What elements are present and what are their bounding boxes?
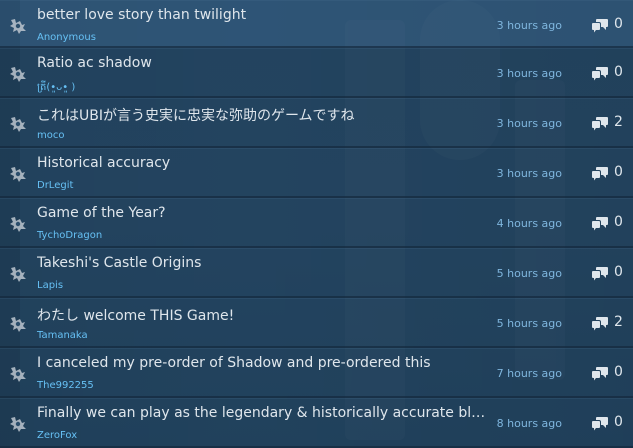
speech-bubbles-icon [592,316,609,332]
thread-author-icon [9,365,27,383]
thread-time: 3 hours ago [496,67,562,80]
thread-row[interactable]: better love story than twilight Anonymou… [0,0,633,48]
reply-count: 0 [592,414,628,434]
thread-title[interactable]: I canceled my pre-order of Shadow and pr… [37,355,487,371]
speech-bubbles-icon [592,416,609,432]
thread-row[interactable]: Historical accuracy DrLegit 3 hours ago … [0,148,633,198]
thread-title[interactable]: Historical accuracy [37,155,487,171]
reply-count: 0 [592,64,628,84]
thread-row[interactable]: これはUBIが言う史実に忠実な弥助のゲームですね moco 3 hours ag… [0,98,633,148]
reply-count-value: 0 [614,164,623,180]
thread-row[interactable]: I canceled my pre-order of Shadow and pr… [0,348,633,398]
reply-count-value: 0 [614,414,623,430]
thread-author[interactable]: Lapis [37,280,63,291]
thread-author-icon [9,65,27,83]
thread-author[interactable]: moco [37,130,64,141]
thread-author[interactable]: Anonymous [37,32,96,43]
thread-title[interactable]: これはUBIが言う史実に忠実な弥助のゲームですね [37,105,487,125]
thread-row[interactable]: Takeshi's Castle Origins Lapis 5 hours a… [0,248,633,298]
thread-title[interactable]: Ratio ac shadow [37,55,487,71]
thread-author-icon [9,215,27,233]
thread-author-icon [9,17,27,35]
speech-bubbles-icon [592,366,609,382]
thread-title[interactable]: Finally we can play as the legendary & h… [37,405,487,421]
thread-author[interactable]: ត្រី(•͈ᴗ•͈ ) [37,80,75,95]
reply-count-value: 0 [614,214,623,230]
thread-row[interactable]: Finally we can play as the legendary & h… [0,398,633,448]
thread-title[interactable]: Takeshi's Castle Origins [37,255,487,271]
thread-author-icon [9,265,27,283]
thread-time: 3 hours ago [496,117,562,130]
thread-author[interactable]: Tamanaka [37,330,88,341]
thread-time: 3 hours ago [496,19,562,32]
thread-time: 3 hours ago [496,167,562,180]
thread-author-icon [9,315,27,333]
speech-bubbles-icon [592,266,609,282]
speech-bubbles-icon [592,66,609,82]
reply-count-value: 0 [614,264,623,280]
reply-count-value: 2 [614,314,623,330]
reply-count-value: 0 [614,64,623,80]
reply-count: 0 [592,364,628,384]
thread-title[interactable]: Game of the Year? [37,205,487,221]
thread-time: 7 hours ago [496,367,562,380]
thread-author-icon [9,415,27,433]
reply-count: 0 [592,16,628,36]
thread-row[interactable]: Game of the Year? TychoDragon 4 hours ag… [0,198,633,248]
speech-bubbles-icon [592,116,609,132]
speech-bubbles-icon [592,18,609,34]
reply-count-value: 2 [614,114,623,130]
reply-count: 0 [592,164,628,184]
speech-bubbles-icon [592,216,609,232]
thread-author[interactable]: TychoDragon [37,230,102,241]
thread-author-icon [9,115,27,133]
reply-count: 0 [592,214,628,234]
reply-count-value: 0 [614,364,623,380]
speech-bubbles-icon [592,166,609,182]
thread-title[interactable]: わたし welcome THIS Game! [37,305,487,325]
thread-author-icon [9,165,27,183]
reply-count: 2 [592,314,628,334]
thread-time: 4 hours ago [496,217,562,230]
thread-author[interactable]: DrLegit [37,180,73,191]
thread-time: 8 hours ago [496,417,562,430]
reply-count-value: 0 [614,16,623,32]
thread-row[interactable]: Ratio ac shadow ត្រី(•͈ᴗ•͈ ) 3 hours ago… [0,48,633,98]
thread-author[interactable]: The992255 [37,380,94,391]
reply-count: 2 [592,114,628,134]
discussion-thread-list: better love story than twilight Anonymou… [0,0,633,448]
reply-count: 0 [592,264,628,284]
thread-time: 5 hours ago [496,317,562,330]
thread-row[interactable]: わたし welcome THIS Game! Tamanaka 5 hours … [0,298,633,348]
thread-title[interactable]: better love story than twilight [37,7,487,23]
thread-time: 5 hours ago [496,267,562,280]
thread-author[interactable]: ZeroFox [37,430,77,441]
